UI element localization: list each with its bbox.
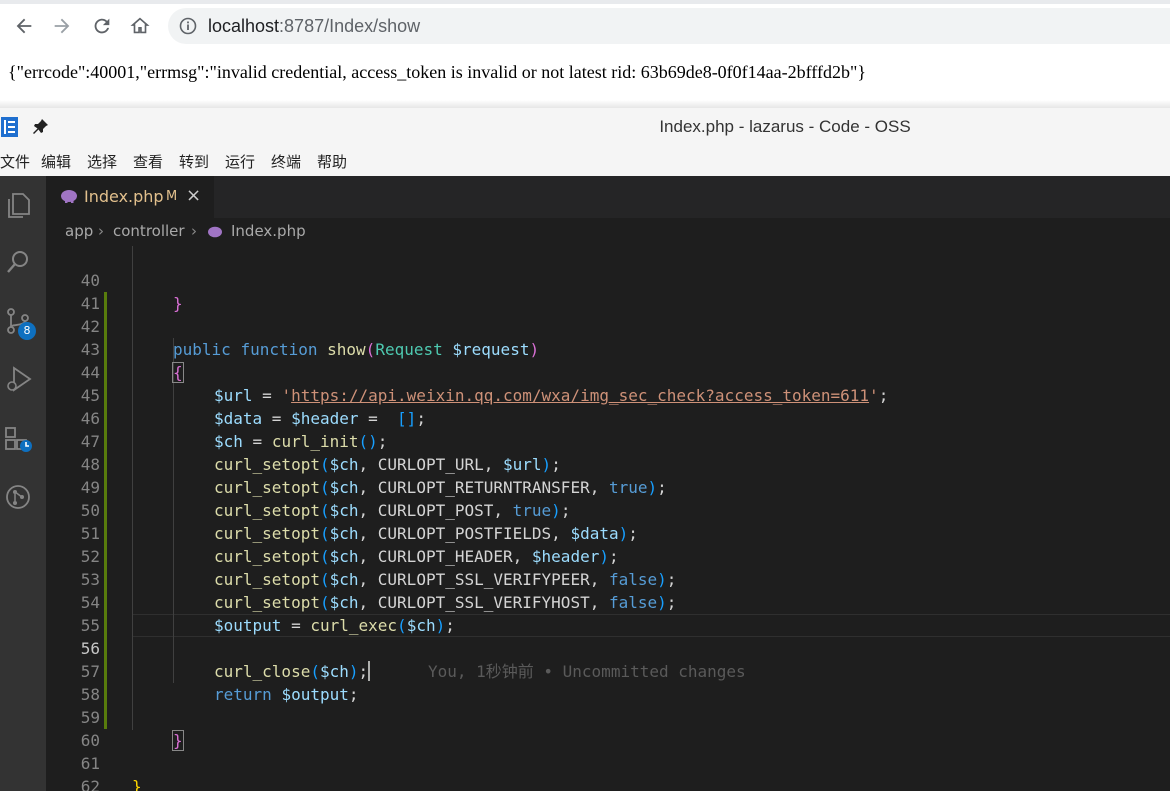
code-line: 59 } — [46, 683, 1170, 751]
code-line: 45 $data = $header = []; — [46, 361, 1170, 428]
php-file-icon — [208, 226, 222, 238]
menu-run[interactable]: 运行 — [225, 151, 255, 172]
menu-terminal[interactable]: 终端 — [271, 151, 301, 172]
window-title: Index.php - lazarus - Code - OSS — [659, 117, 911, 136]
brace: } — [132, 777, 142, 791]
line-number: 62 — [80, 777, 100, 791]
url-path: :8787/Index/show — [279, 16, 421, 36]
code-line: 47 curl_setopt($ch, CURLOPT_URL, $url); — [46, 407, 1170, 474]
tab-close-button[interactable]: × — [186, 185, 201, 206]
modified-indicator: M — [166, 189, 178, 204]
activity-bar: 8 — [0, 176, 46, 791]
code-editor[interactable]: 40 } 41 42 public function show(Request … — [46, 246, 1170, 791]
chevron-right-icon: › — [191, 222, 197, 240]
run-debug-icon[interactable] — [4, 364, 32, 394]
pin-icon[interactable] — [32, 117, 50, 135]
code-line-current: 56 curl_close($ch); You, 1秒钟前 • Uncommit… — [46, 614, 1170, 681]
url-text[interactable]: localhost:8787/Index/show — [208, 16, 420, 37]
code-line: 60 — [46, 706, 1170, 750]
code-line: 54 $output = curl_exec($ch); — [46, 568, 1170, 635]
code-line: 42 public function show(Request $request… — [46, 292, 1170, 359]
arrow-right-icon — [54, 18, 70, 34]
menu-go[interactable]: 转到 — [179, 151, 209, 172]
code-line: 55 — [46, 591, 1170, 635]
breadcrumb-file[interactable]: Index.php — [231, 222, 306, 240]
menu-view[interactable]: 查看 — [133, 151, 163, 172]
tab-strip-edge — [0, 0, 1170, 4]
breadcrumb: app › controller › Index.php — [46, 218, 1170, 246]
code-line: 61 } — [46, 729, 1170, 791]
explorer-icon[interactable] — [4, 190, 32, 220]
home-button[interactable] — [126, 12, 154, 40]
code-line: 49 curl_setopt($ch, CURLOPT_POST, true); — [46, 453, 1170, 520]
code-line: 62 — [46, 752, 1170, 791]
code-line: 51 curl_setopt($ch, CURLOPT_HEADER, $hea… — [46, 499, 1170, 566]
arrow-left-icon — [16, 18, 32, 34]
breadcrumb-app[interactable]: app — [65, 222, 93, 240]
page-content: {"errcode":40001,"errmsg":"invalid crede… — [0, 52, 1170, 102]
home-icon — [130, 17, 150, 34]
search-icon[interactable] — [4, 248, 32, 278]
code-line: 50 curl_setopt($ch, CURLOPT_POSTFIELDS, … — [46, 476, 1170, 543]
editor-title-bar: Index.php - lazarus - Code - OSS — [0, 108, 1170, 146]
menu-edit[interactable]: 编辑 — [41, 151, 71, 172]
code-line: 58 — [46, 660, 1170, 704]
extensions-icon[interactable] — [4, 424, 32, 454]
chevron-right-icon: › — [98, 222, 104, 240]
code-line: 46 $ch = curl_init(); — [46, 384, 1170, 451]
address-bar[interactable]: localhost:8787/Index/show — [168, 8, 1170, 44]
menu-file[interactable]: 文件 — [0, 151, 30, 172]
back-button[interactable] — [10, 12, 38, 40]
url-host: localhost — [208, 16, 280, 36]
browser-toolbar: localhost:8787/Index/show — [0, 0, 1170, 52]
code-line: 40 } — [46, 246, 1170, 313]
json-response: {"errcode":40001,"errmsg":"invalid crede… — [8, 62, 866, 82]
code-line: 52 curl_setopt($ch, CURLOPT_SSL_VERIFYPE… — [46, 522, 1170, 589]
code-line: 57 return $output; — [46, 637, 1170, 704]
timeline-icon[interactable] — [4, 482, 32, 512]
code-line: 53 curl_setopt($ch, CURLOPT_SSL_VERIFYHO… — [46, 545, 1170, 612]
breadcrumb-controller[interactable]: controller — [113, 222, 185, 240]
editor-tabs: Index.php M × — [46, 176, 1170, 218]
info-icon[interactable] — [178, 16, 198, 36]
tab-label: Index.php — [84, 187, 164, 206]
app-icon — [1, 117, 18, 137]
forward-button[interactable] — [48, 12, 76, 40]
menu-selection[interactable]: 选择 — [87, 151, 117, 172]
reload-button[interactable] — [88, 12, 116, 40]
reload-icon — [94, 18, 110, 34]
php-file-icon — [61, 190, 77, 203]
code-line: 44 $url = 'https://api.weixin.qq.com/wxa… — [46, 338, 1170, 405]
code-line: 43 { — [46, 315, 1170, 383]
menu-bar: 文件 编辑 选择 查看 转到 运行 终端 帮助 — [0, 146, 1170, 176]
tab-index-php[interactable]: Index.php M × — [46, 176, 214, 218]
window-separator — [0, 100, 1170, 108]
code-line: 41 — [46, 269, 1170, 313]
scm-badge: 8 — [18, 322, 36, 340]
code-line: 48 curl_setopt($ch, CURLOPT_RETURNTRANSF… — [46, 430, 1170, 497]
menu-help[interactable]: 帮助 — [317, 151, 347, 172]
